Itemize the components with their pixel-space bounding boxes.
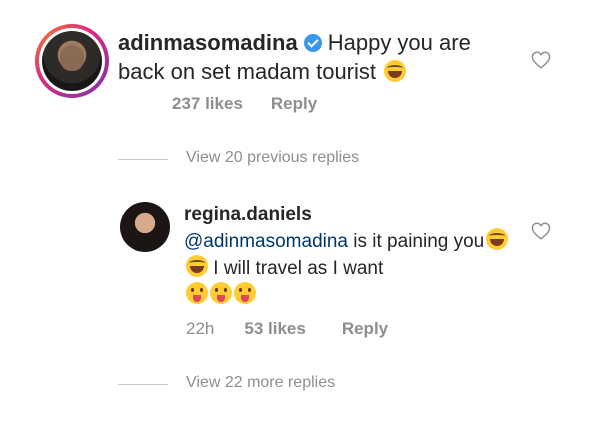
reply-text-part2: I will travel as I want	[208, 258, 384, 279]
comment-meta: 237 likes Reply	[172, 94, 345, 114]
laughing-tears-emoji-icon	[486, 228, 509, 250]
comment-like-button[interactable]	[531, 51, 551, 74]
comment-body: adinmasomadina Happy you are back on set …	[118, 28, 518, 86]
view-previous-replies-link[interactable]: View 20 previous replies	[186, 149, 359, 167]
heart-icon	[531, 222, 551, 240]
comment-reply-button[interactable]: Reply	[271, 94, 317, 113]
laughing-tears-emoji-icon	[384, 60, 407, 82]
reply-text-part1: is it paining you	[348, 231, 485, 252]
reply-timestamp: 22h	[186, 319, 215, 338]
avatar-photo	[42, 31, 102, 91]
tongue-out-emoji-icon	[234, 282, 256, 304]
reply-body: regina.daniels @adinmasomadina is it pai…	[184, 202, 524, 309]
view-more-replies-link[interactable]: View 22 more replies	[186, 374, 335, 392]
reply-like-button[interactable]	[531, 222, 551, 245]
avatar-ring	[39, 28, 105, 94]
reply-avatar[interactable]	[120, 202, 170, 252]
reply-username[interactable]: regina.daniels	[184, 204, 312, 225]
laughing-tears-emoji-icon	[186, 255, 208, 277]
reply-likes[interactable]: 53 likes	[244, 319, 305, 338]
comment-likes[interactable]: 237 likes	[172, 94, 243, 113]
reply-reply-button[interactable]: Reply	[342, 319, 388, 338]
tongue-out-emoji-icon	[210, 282, 232, 304]
avatar[interactable]	[35, 24, 109, 98]
view-replies-divider	[118, 159, 168, 160]
reply-meta: 22h 53 likes Reply	[186, 319, 416, 339]
view-more-divider	[118, 384, 168, 385]
heart-icon	[531, 51, 551, 69]
reply-mention-link[interactable]: @adinmasomadina	[184, 231, 348, 252]
verified-badge-icon	[303, 34, 322, 52]
tongue-out-emoji-icon	[186, 282, 208, 304]
comment-username[interactable]: adinmasomadina	[118, 30, 298, 55]
